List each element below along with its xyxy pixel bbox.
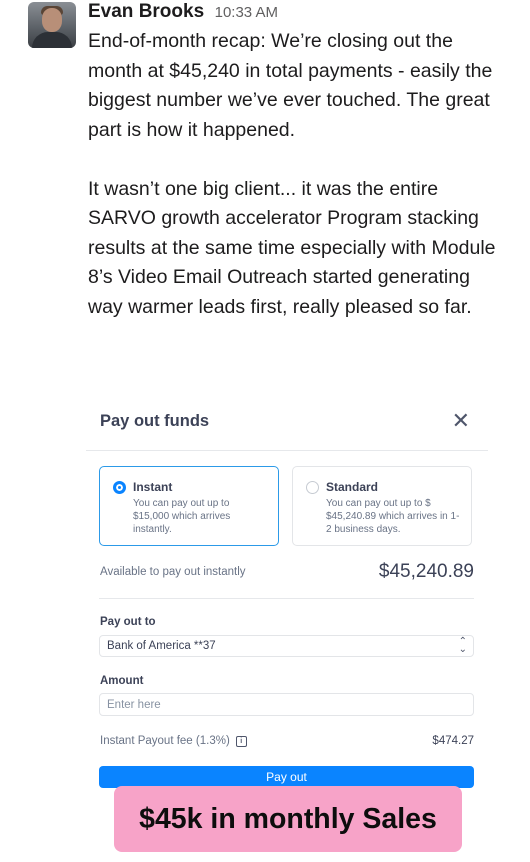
option-title: Standard	[326, 480, 379, 494]
close-icon[interactable]: ✕	[452, 408, 470, 434]
option-instant[interactable]: Instant You can pay out up to $15,000 wh…	[99, 466, 279, 546]
amount-label: Amount	[100, 675, 144, 687]
pay-out-button[interactable]: Pay out	[99, 766, 474, 788]
sales-banner: $45k in monthly Sales	[114, 786, 462, 852]
sender-name[interactable]: Evan Brooks	[88, 1, 204, 22]
message-timestamp[interactable]: 10:33 AM	[215, 4, 278, 21]
available-label: Available to pay out instantly	[100, 566, 246, 578]
fee-value: $474.27	[432, 735, 474, 747]
radio-selected-icon[interactable]	[113, 481, 126, 494]
message-body: End-of-month recap: We’re closing out th…	[88, 27, 508, 322]
option-standard[interactable]: Standard You can pay out up to $ $45,240…	[292, 466, 472, 546]
divider	[99, 598, 474, 599]
option-description: You can pay out up to $ $45,240.89 which…	[326, 498, 460, 535]
fee-row: Instant Payout fee (1.3%) i	[100, 735, 247, 747]
chevron-updown-icon: ⌃ ⌄	[458, 636, 467, 655]
pay-out-to-label: Pay out to	[100, 616, 156, 628]
modal-title: Pay out funds	[100, 412, 210, 430]
amount-input[interactable]	[99, 693, 474, 716]
bank-select[interactable]: Bank of America **37 ⌃ ⌄	[99, 635, 474, 657]
divider	[86, 450, 488, 451]
info-icon[interactable]: i	[235, 736, 247, 747]
message-paragraph: End-of-month recap: We’re closing out th…	[88, 30, 493, 141]
message-header: Evan Brooks 10:33 AM	[88, 0, 278, 24]
payout-modal: Pay out funds ✕ Instant You can pay out …	[86, 398, 488, 798]
fee-label: Instant Payout fee (1.3%)	[100, 735, 230, 747]
option-description: You can pay out up to $15,000 which arri…	[133, 498, 231, 535]
bank-selected-value: Bank of America **37	[107, 640, 216, 652]
avatar[interactable]	[28, 2, 76, 48]
radio-unselected-icon[interactable]	[306, 481, 319, 494]
option-title: Instant	[133, 480, 173, 494]
message-paragraph: It wasn’t one big client... it was the e…	[88, 177, 496, 318]
available-amount: $45,240.89	[378, 561, 474, 582]
